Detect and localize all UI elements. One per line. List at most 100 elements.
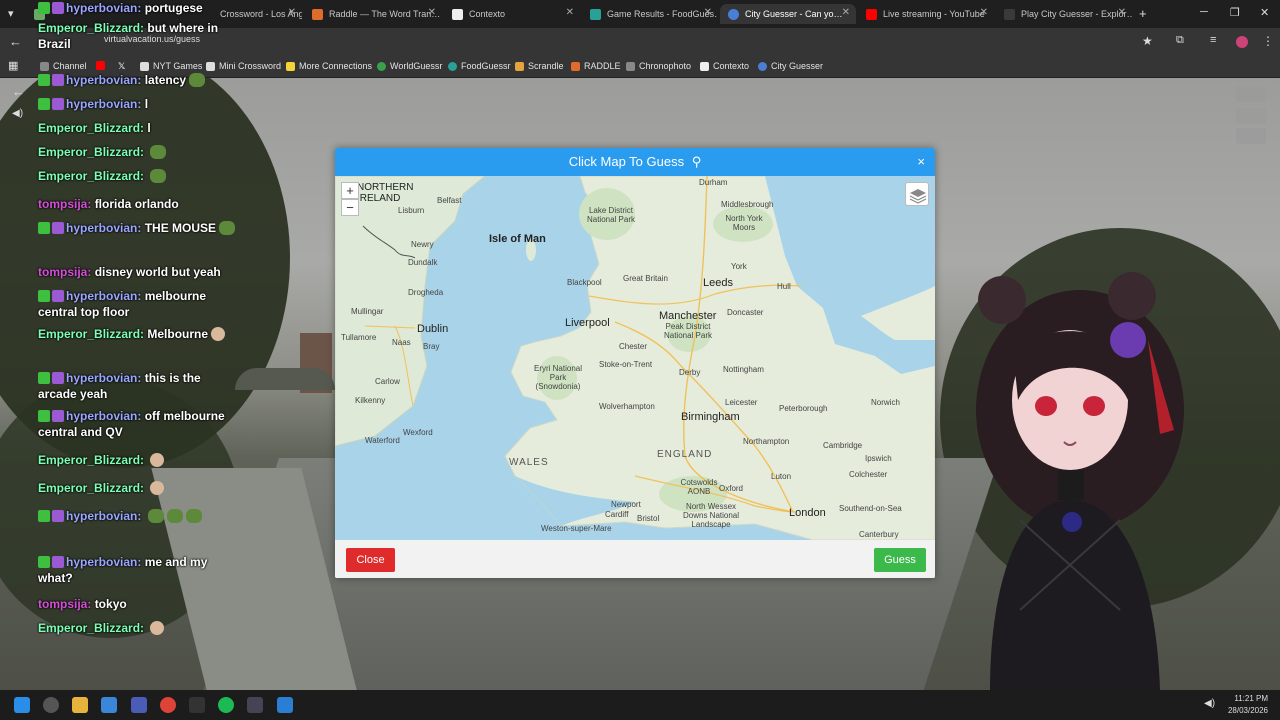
maximize-icon[interactable]: ❐ [1230,6,1240,19]
chat-username[interactable]: hyperbovian [66,221,137,235]
bookmark-channel[interactable]: Channel [40,61,87,71]
media-controls-icon[interactable]: ≡ [1210,34,1216,46]
guess-button[interactable]: Guess [874,548,926,572]
modal-close-icon[interactable]: × [917,148,925,176]
bookmark-scrandle[interactable]: Scrandle [515,61,564,71]
windows-start-icon[interactable] [14,697,30,713]
tab-play-city-guesser[interactable]: Play City Guesser - Explor… ✕ [996,4,1132,24]
bridge [235,368,335,390]
chat-username[interactable]: Emperor_Blizzard [38,121,140,135]
chat-username[interactable]: hyperbovian [66,289,137,303]
scrandle-icon [515,61,524,71]
close-tab-icon[interactable]: ✕ [842,7,850,18]
menu-kebab-icon[interactable]: ⋮ [1262,34,1274,48]
photos-icon[interactable] [101,697,117,713]
volume-tray-icon[interactable]: ◀) [1204,698,1215,709]
guess-map[interactable]: NORTHERN IRELAND Belfast Lisburn Isle of… [335,176,935,540]
bookmark-contexto[interactable]: Contexto [700,61,749,71]
chat-emote-icon [166,509,183,523]
bookmark-nyt-games[interactable]: NYT Games [140,61,202,71]
youtube-icon [96,61,105,70]
spotify-icon[interactable] [218,697,234,713]
close-tab-icon[interactable]: ✕ [288,7,296,18]
chat-separator: : [140,145,148,159]
close-tab-icon[interactable]: ✕ [1118,7,1126,18]
tab-youtube[interactable]: Live streaming - YouTube ✕ [858,4,994,24]
map-layers-button[interactable] [905,182,929,206]
chat-message: hyperbovian: portugese [38,0,238,16]
chat-username[interactable]: Emperor_Blizzard [38,145,140,159]
tab-raddle[interactable]: Raddle — The Word Tran… ✕ [304,4,442,24]
app-icon[interactable] [247,697,263,713]
extensions-icon[interactable]: ⧉ [1176,34,1184,47]
minimize-icon[interactable]: ─ [1200,6,1208,18]
profile-avatar[interactable] [1236,36,1248,48]
bookmark-label: Contexto [713,61,750,71]
chat-username[interactable]: tompsija [38,265,87,279]
tab-label: Raddle — The Word Tran… [329,9,441,19]
chat-username[interactable]: Emperor_Blizzard [38,621,140,635]
contexto-favicon-icon [452,8,463,20]
vs-icon[interactable] [131,697,147,713]
chat-username[interactable]: Emperor_Blizzard [38,21,140,35]
tab-foodguessr[interactable]: Game Results - FoodGues… ✕ [582,4,718,24]
chat-username[interactable]: hyperbovian [66,97,137,111]
map-label-nottingham: Nottingham [723,365,764,374]
chat-emote-icon [147,509,164,523]
back-icon[interactable]: ← [9,34,22,49]
chat-username[interactable]: hyperbovian [66,409,137,423]
chrome-icon[interactable] [160,697,176,713]
file-explorer-icon[interactable] [72,697,88,713]
chat-username[interactable]: Emperor_Blizzard [38,481,140,495]
chat-username[interactable]: hyperbovian [66,555,137,569]
bookmark-x[interactable]: 𝕏 [118,61,125,72]
close-button[interactable]: Close [346,548,395,572]
close-tab-icon[interactable]: ✕ [428,7,436,18]
raddle-icon [571,61,580,71]
apps-grid-icon[interactable]: ▦ [8,59,18,72]
bookmark-foodguessr[interactable]: FoodGuessr [448,61,511,71]
globe-icon [377,61,386,71]
globe-favicon-icon [728,8,739,20]
verified-badge-icon [38,2,50,14]
bookmark-mini-crossword[interactable]: Mini Crossword [206,61,281,71]
close-tab-icon[interactable]: ✕ [980,7,988,18]
obs-icon[interactable] [189,697,205,713]
bookmark-chronophoto[interactable]: Chronophoto [626,61,691,71]
chat-username[interactable]: Emperor_Blizzard [38,327,140,341]
chat-username[interactable]: tompsija [38,597,87,611]
back-arrow-icon[interactable]: ← [12,84,25,99]
scene-control-icon[interactable] [1236,108,1266,124]
chat-username[interactable]: hyperbovian [66,1,137,15]
chat-username[interactable]: tompsija [38,197,87,211]
bookmark-youtube[interactable] [96,61,105,70]
app-icon[interactable] [43,697,59,713]
close-tab-icon[interactable]: ✕ [566,7,574,18]
zoom-in-button[interactable]: + [341,182,359,199]
chat-username[interactable]: hyperbovian [66,371,137,385]
bookmark-star-icon[interactable]: ★ [1142,34,1153,48]
bookmark-city-guesser[interactable]: City Guesser [758,61,823,71]
map-label-chester: Chester [619,342,648,351]
zoom-out-button[interactable]: − [341,199,359,216]
bookmark-raddle[interactable]: RADDLE [571,61,621,71]
tab-contexto[interactable]: Contexto ✕ [444,4,580,24]
scene-control-icon[interactable] [1236,86,1266,102]
bookmark-worldguessr[interactable]: WorldGuessr [377,61,442,71]
app-icon[interactable] [277,697,293,713]
chat-username[interactable]: Emperor_Blizzard [38,169,140,183]
chat-emote-icon [185,509,202,523]
bookmark-more-connections[interactable]: More Connections [286,61,372,71]
chat-username[interactable]: hyperbovian [66,73,137,87]
volume-icon[interactable]: ◀) [12,108,23,119]
new-tab-icon[interactable]: + [1139,6,1147,21]
scene-control-icon[interactable] [1236,128,1266,144]
chat-message: tompsija: tokyo [38,596,238,612]
tab-city-guesser[interactable]: City Guesser - Can yo… ✕ [720,4,856,24]
close-window-icon[interactable]: ✕ [1260,6,1269,19]
chat-username[interactable]: Emperor_Blizzard [38,453,140,467]
close-tab-icon[interactable]: ✕ [704,7,712,18]
tab-search-icon[interactable]: ▾ [8,7,14,20]
chat-username[interactable]: hyperbovian [66,509,137,523]
system-clock[interactable]: 11:21 PM 28/03/2026 [1228,693,1268,717]
